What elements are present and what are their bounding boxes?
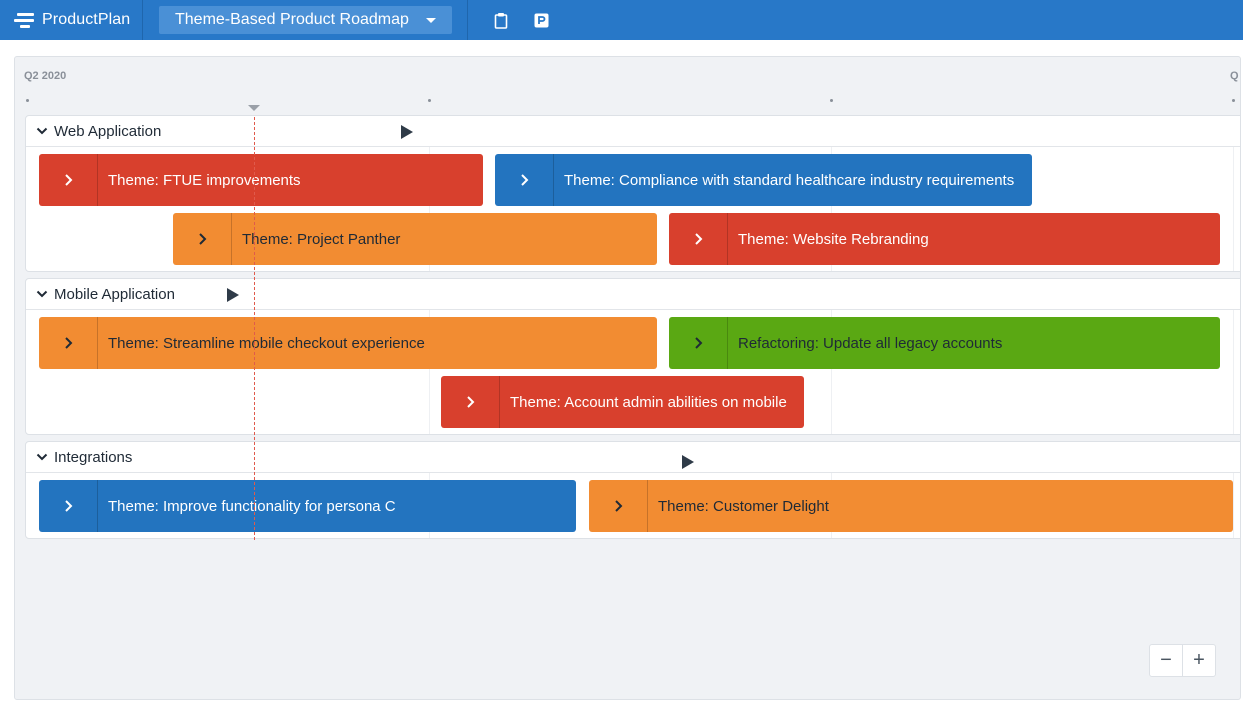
lane-title: Integrations <box>54 449 132 466</box>
bar-label: Theme: Improve functionality for persona… <box>98 497 406 516</box>
lane-header[interactable]: Web Application <box>26 116 1241 147</box>
chevron-down-icon[interactable] <box>36 125 48 137</box>
chevron-right-icon <box>693 336 703 350</box>
timeline-tick <box>26 99 29 102</box>
quarter-label: Q <box>1230 70 1239 82</box>
chevron-down-icon[interactable] <box>36 288 48 300</box>
grid-line <box>1233 147 1234 271</box>
chevron-right-icon <box>465 395 475 409</box>
bar-label: Theme: Project Panther <box>232 230 410 249</box>
roadmap-bar[interactable]: Theme: Customer Delight <box>589 480 1233 532</box>
expand-button[interactable] <box>495 154 554 206</box>
roadmap-bar[interactable]: Theme: Account admin abilities on mobile <box>441 376 804 428</box>
timeline-tick <box>428 99 431 102</box>
bar-label: Theme: Compliance with standard healthca… <box>554 171 1024 190</box>
chevron-right-icon <box>63 499 73 513</box>
today-marker-icon[interactable] <box>248 105 260 111</box>
timeline-tick <box>830 99 833 102</box>
brand[interactable]: ProductPlan <box>0 0 143 40</box>
header-divider <box>467 0 468 40</box>
lane-header[interactable]: Mobile Application <box>26 279 1241 310</box>
expand-button[interactable] <box>39 154 98 206</box>
roadmap-bar[interactable]: Theme: Website Rebranding <box>669 213 1220 265</box>
roadmap-bar[interactable]: Theme: Project Panther <box>173 213 657 265</box>
clipboard-icon <box>494 12 508 29</box>
quarter-label: Q2 2020 <box>24 70 66 82</box>
expand-button[interactable] <box>669 317 728 369</box>
roadmap-bar[interactable]: Refactoring: Update all legacy accounts <box>669 317 1220 369</box>
roadmap-bar[interactable]: Theme: Improve functionality for persona… <box>39 480 576 532</box>
lane-title: Mobile Application <box>54 286 175 303</box>
bar-label: Theme: FTUE improvements <box>98 171 311 190</box>
chevron-right-icon <box>197 232 207 246</box>
lane-integrations: Integrations Theme: Improve functionalit… <box>25 441 1241 539</box>
zoom-controls: − + <box>1149 644 1216 677</box>
grid-line <box>1233 310 1234 434</box>
expand-button[interactable] <box>173 213 232 265</box>
bar-label: Refactoring: Update all legacy accounts <box>728 334 1012 353</box>
roadmap-selector[interactable]: Theme-Based Product Roadmap <box>159 6 452 34</box>
bar-label: Theme: Account admin abilities on mobile <box>500 393 797 412</box>
lane-web-application: Web Application Theme: FTUE improvements… <box>25 115 1241 272</box>
parking-lot-icon <box>534 13 549 28</box>
play-marker-icon[interactable] <box>227 288 239 302</box>
chevron-right-icon <box>63 173 73 187</box>
roadmap-bar[interactable]: Theme: Streamline mobile checkout experi… <box>39 317 657 369</box>
today-line <box>254 117 255 540</box>
roadmap-bar[interactable]: Theme: Compliance with standard healthca… <box>495 154 1032 206</box>
expand-button[interactable] <box>589 480 648 532</box>
expand-button[interactable] <box>669 213 728 265</box>
lane-header[interactable]: Integrations <box>26 442 1241 473</box>
chevron-down-icon[interactable] <box>36 451 48 463</box>
bar-label: Theme: Website Rebranding <box>728 230 939 249</box>
bar-label: Theme: Streamline mobile checkout experi… <box>98 334 435 353</box>
roadmap-bar[interactable]: Theme: FTUE improvements <box>39 154 483 206</box>
zoom-out-button[interactable]: − <box>1150 645 1183 676</box>
grid-line <box>1233 473 1234 538</box>
productplan-logo-icon <box>14 12 34 28</box>
clipboard-button[interactable] <box>493 11 509 29</box>
expand-button[interactable] <box>39 480 98 532</box>
expand-button[interactable] <box>39 317 98 369</box>
roadmap-title: Theme-Based Product Roadmap <box>175 11 409 29</box>
expand-button[interactable] <box>441 376 500 428</box>
parking-lot-button[interactable] <box>533 11 549 29</box>
chevron-right-icon <box>613 499 623 513</box>
brand-name: ProductPlan <box>42 11 130 29</box>
play-marker-icon[interactable] <box>401 125 413 139</box>
caret-down-icon <box>426 18 436 23</box>
chevron-right-icon <box>63 336 73 350</box>
lane-mobile-application: Mobile Application Theme: Streamline mob… <box>25 278 1241 435</box>
bar-label: Theme: Customer Delight <box>648 497 839 516</box>
lane-title: Web Application <box>54 123 161 140</box>
timeline-tick <box>1232 99 1235 102</box>
play-marker-icon[interactable] <box>682 455 694 469</box>
zoom-in-button[interactable]: + <box>1183 645 1215 676</box>
top-bar: ProductPlan Theme-Based Product Roadmap <box>0 0 1243 40</box>
roadmap-board: Q2 2020 Q Web Application Theme: FTUE im… <box>14 56 1241 700</box>
chevron-right-icon <box>693 232 703 246</box>
chevron-right-icon <box>519 173 529 187</box>
